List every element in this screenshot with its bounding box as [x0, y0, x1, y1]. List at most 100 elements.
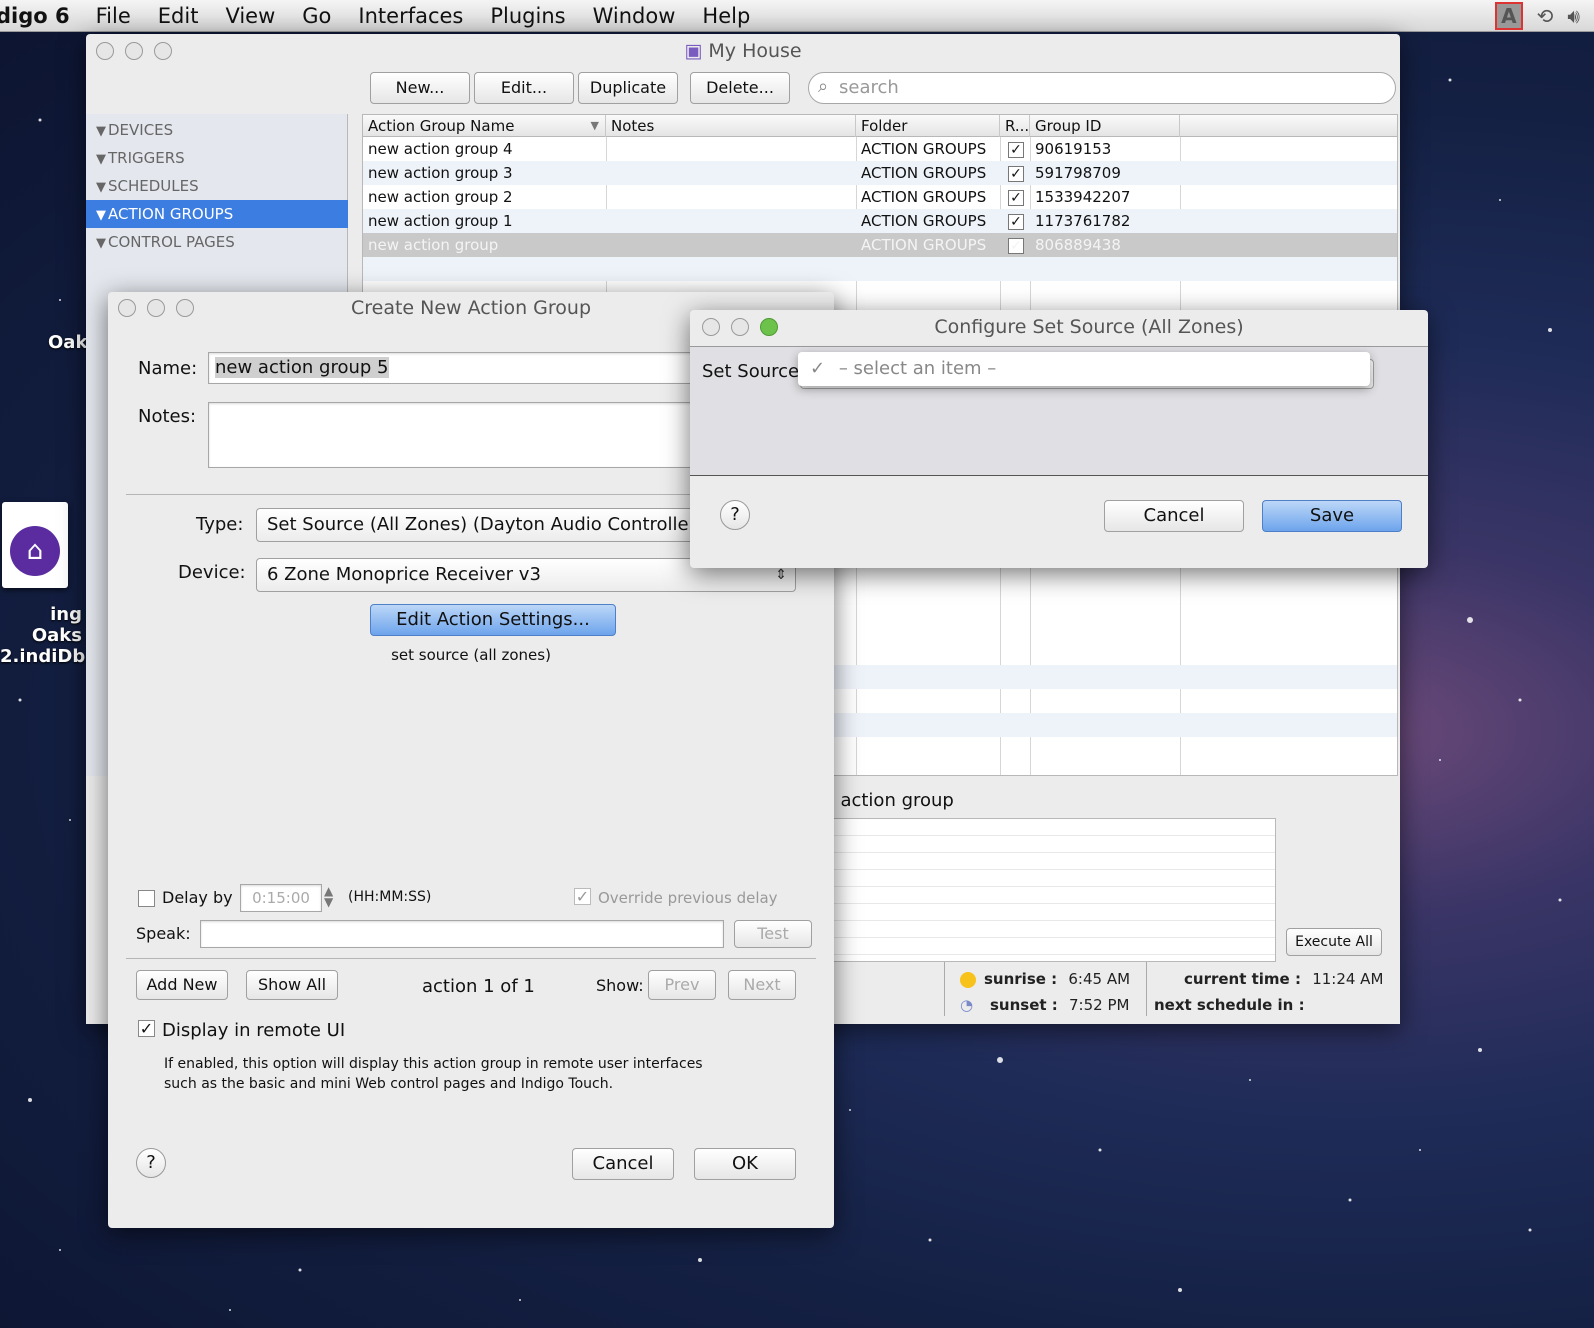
dialog-titlebar[interactable]: Configure Set Source (All Zones)	[690, 310, 1428, 344]
window-controls	[96, 42, 172, 60]
edit-button[interactable]: Edit...	[474, 72, 574, 104]
remote-checkbox[interactable]: ✓	[1008, 190, 1024, 206]
sidebar-item-triggers[interactable]: ▼ TRIGGERS	[86, 144, 348, 172]
remote-checkbox[interactable]: ✓	[1008, 238, 1024, 254]
menu-plugins[interactable]: Plugins	[490, 4, 565, 28]
cell-folder: ACTION GROUPS	[861, 236, 987, 254]
action-counter: action 1 of 1	[422, 976, 535, 997]
show-all-button[interactable]: Show All	[246, 970, 338, 1000]
duplicate-button[interactable]: Duplicate	[578, 72, 678, 104]
search-input[interactable]: ⌕ search	[808, 72, 1396, 104]
input-source-icon[interactable]: A	[1495, 2, 1523, 30]
menu-help[interactable]: Help	[702, 4, 750, 28]
minimize-button[interactable]	[731, 318, 749, 336]
zoom-button[interactable]	[176, 299, 194, 317]
sidebar-item-action-groups[interactable]: ▼ ACTION GROUPS	[86, 200, 348, 228]
sunset-status: ◔ sunset : 7:52 PM	[960, 996, 1129, 1014]
device-select-value: 6 Zone Monoprice Receiver v3	[267, 564, 541, 585]
sidebar-item-schedules[interactable]: ▼ SCHEDULES	[86, 172, 348, 200]
speak-input[interactable]	[200, 920, 724, 948]
set-source-dropdown-menu[interactable]: ✓ – select an item –	[798, 352, 1370, 386]
cancel-button[interactable]: Cancel	[572, 1148, 674, 1180]
close-button[interactable]	[702, 318, 720, 336]
menu-file[interactable]: File	[96, 4, 131, 28]
dialog-title: Configure Set Source (All Zones)	[934, 316, 1244, 338]
column-header-notes[interactable]: Notes	[606, 115, 856, 137]
prev-action-button[interactable]: Prev	[648, 970, 716, 1000]
delay-label: Delay by	[162, 888, 233, 907]
actions-list[interactable]	[820, 818, 1276, 962]
show-label: Show:	[596, 976, 644, 995]
delay-checkbox[interactable]	[138, 890, 155, 907]
disclosure-triangle-icon[interactable]: ▼	[96, 208, 106, 223]
desktop-file-label: ing Oaks 2.indiDb	[0, 604, 85, 667]
time-machine-icon[interactable]: ⟲	[1537, 4, 1554, 28]
close-button[interactable]	[118, 299, 136, 317]
menu-edit[interactable]: Edit	[158, 4, 199, 28]
menu-go[interactable]: Go	[302, 4, 331, 28]
help-button[interactable]: ?	[720, 500, 750, 530]
desktop-item-label[interactable]: Oak	[48, 332, 87, 353]
column-header-label: Action Group Name	[368, 117, 515, 135]
override-delay-checkbox[interactable]: ✓	[574, 888, 591, 905]
column-header-name[interactable]: Action Group Name ▼	[363, 115, 606, 137]
remote-checkbox[interactable]: ✓	[1008, 166, 1024, 182]
app-menu[interactable]: digo 6	[0, 4, 70, 28]
edit-action-settings-button[interactable]: Edit Action Settings...	[370, 604, 616, 636]
next-action-button[interactable]: Next	[728, 970, 796, 1000]
disclosure-triangle-icon[interactable]: ▼	[96, 236, 106, 251]
display-remote-ui-checkbox[interactable]: ✓	[138, 1020, 155, 1037]
close-button[interactable]	[96, 42, 114, 60]
execute-all-button[interactable]: Execute All	[1286, 928, 1382, 956]
zoom-button[interactable]	[154, 42, 172, 60]
table-row[interactable]: new action group 4 ACTION GROUPS ✓ 90619…	[363, 137, 1397, 161]
cell-remote: ✓	[1003, 233, 1029, 257]
disclosure-triangle-icon[interactable]: ▼	[96, 152, 106, 167]
window-controls	[118, 299, 194, 317]
sidebar-item-devices[interactable]: ▼ DEVICES	[86, 116, 348, 144]
add-new-action-button[interactable]: Add New	[136, 970, 228, 1000]
delete-button[interactable]: Delete...	[690, 72, 790, 104]
display-remote-ui-description: If enabled, this option will display thi…	[164, 1054, 703, 1094]
dropdown-placeholder[interactable]: – select an item –	[839, 358, 996, 379]
table-row-selected[interactable]: new action group ACTION GROUPS ✓ 8068894…	[363, 233, 1397, 257]
zoom-button[interactable]	[760, 318, 778, 336]
table-row-empty	[363, 257, 1397, 281]
delay-stepper-icon[interactable]: ▲ ▼	[324, 885, 333, 908]
menu-view[interactable]: View	[225, 4, 275, 28]
current-time-value: 11:24 AM	[1312, 970, 1384, 988]
remote-checkbox[interactable]: ✓	[1008, 214, 1024, 230]
cell-remote: ✓	[1003, 137, 1029, 161]
column-header-folder[interactable]: Folder	[856, 115, 1000, 137]
table-row[interactable]: new action group 1 ACTION GROUPS ✓ 11737…	[363, 209, 1397, 233]
file-label-line: ing Oaks	[31, 604, 82, 646]
menu-interfaces[interactable]: Interfaces	[358, 4, 463, 28]
minimize-button[interactable]	[147, 299, 165, 317]
window-controls	[702, 318, 778, 336]
table-row[interactable]: new action group 3 ACTION GROUPS ✓ 59179…	[363, 161, 1397, 185]
cancel-button[interactable]: Cancel	[1104, 500, 1244, 532]
help-button[interactable]: ?	[136, 1148, 166, 1178]
disclosure-triangle-icon[interactable]: ▼	[96, 180, 106, 195]
name-label: Name:	[138, 358, 198, 379]
delay-time-input[interactable]: 0:15:00	[240, 884, 322, 912]
indigo-database-file-icon[interactable]: ⌂	[2, 502, 68, 588]
new-button[interactable]: New...	[370, 72, 470, 104]
next-schedule-status: next schedule in :	[1154, 996, 1305, 1014]
cell-name: new action group 1	[368, 212, 513, 230]
save-button[interactable]: Save	[1262, 500, 1402, 532]
table-row[interactable]: new action group 2 ACTION GROUPS ✓ 15339…	[363, 185, 1397, 209]
sidebar-item-control-pages[interactable]: ▼ CONTROL PAGES	[86, 228, 348, 256]
column-header-group-id[interactable]: Group ID	[1030, 115, 1180, 137]
cell-group-id: 90619153	[1035, 140, 1112, 158]
test-button[interactable]: Test	[734, 920, 812, 948]
ok-button[interactable]: OK	[694, 1148, 796, 1180]
disclosure-triangle-icon[interactable]: ▼	[96, 124, 106, 139]
volume-icon[interactable]: 🔊︎	[1567, 4, 1580, 28]
table-header: Action Group Name ▼ Notes Folder R... Gro…	[363, 115, 1397, 137]
remote-checkbox[interactable]: ✓	[1008, 142, 1024, 158]
main-window-titlebar[interactable]: ▣ My House	[86, 34, 1400, 68]
minimize-button[interactable]	[125, 42, 143, 60]
menu-window[interactable]: Window	[593, 4, 676, 28]
column-header-remote[interactable]: R...	[1000, 115, 1030, 137]
